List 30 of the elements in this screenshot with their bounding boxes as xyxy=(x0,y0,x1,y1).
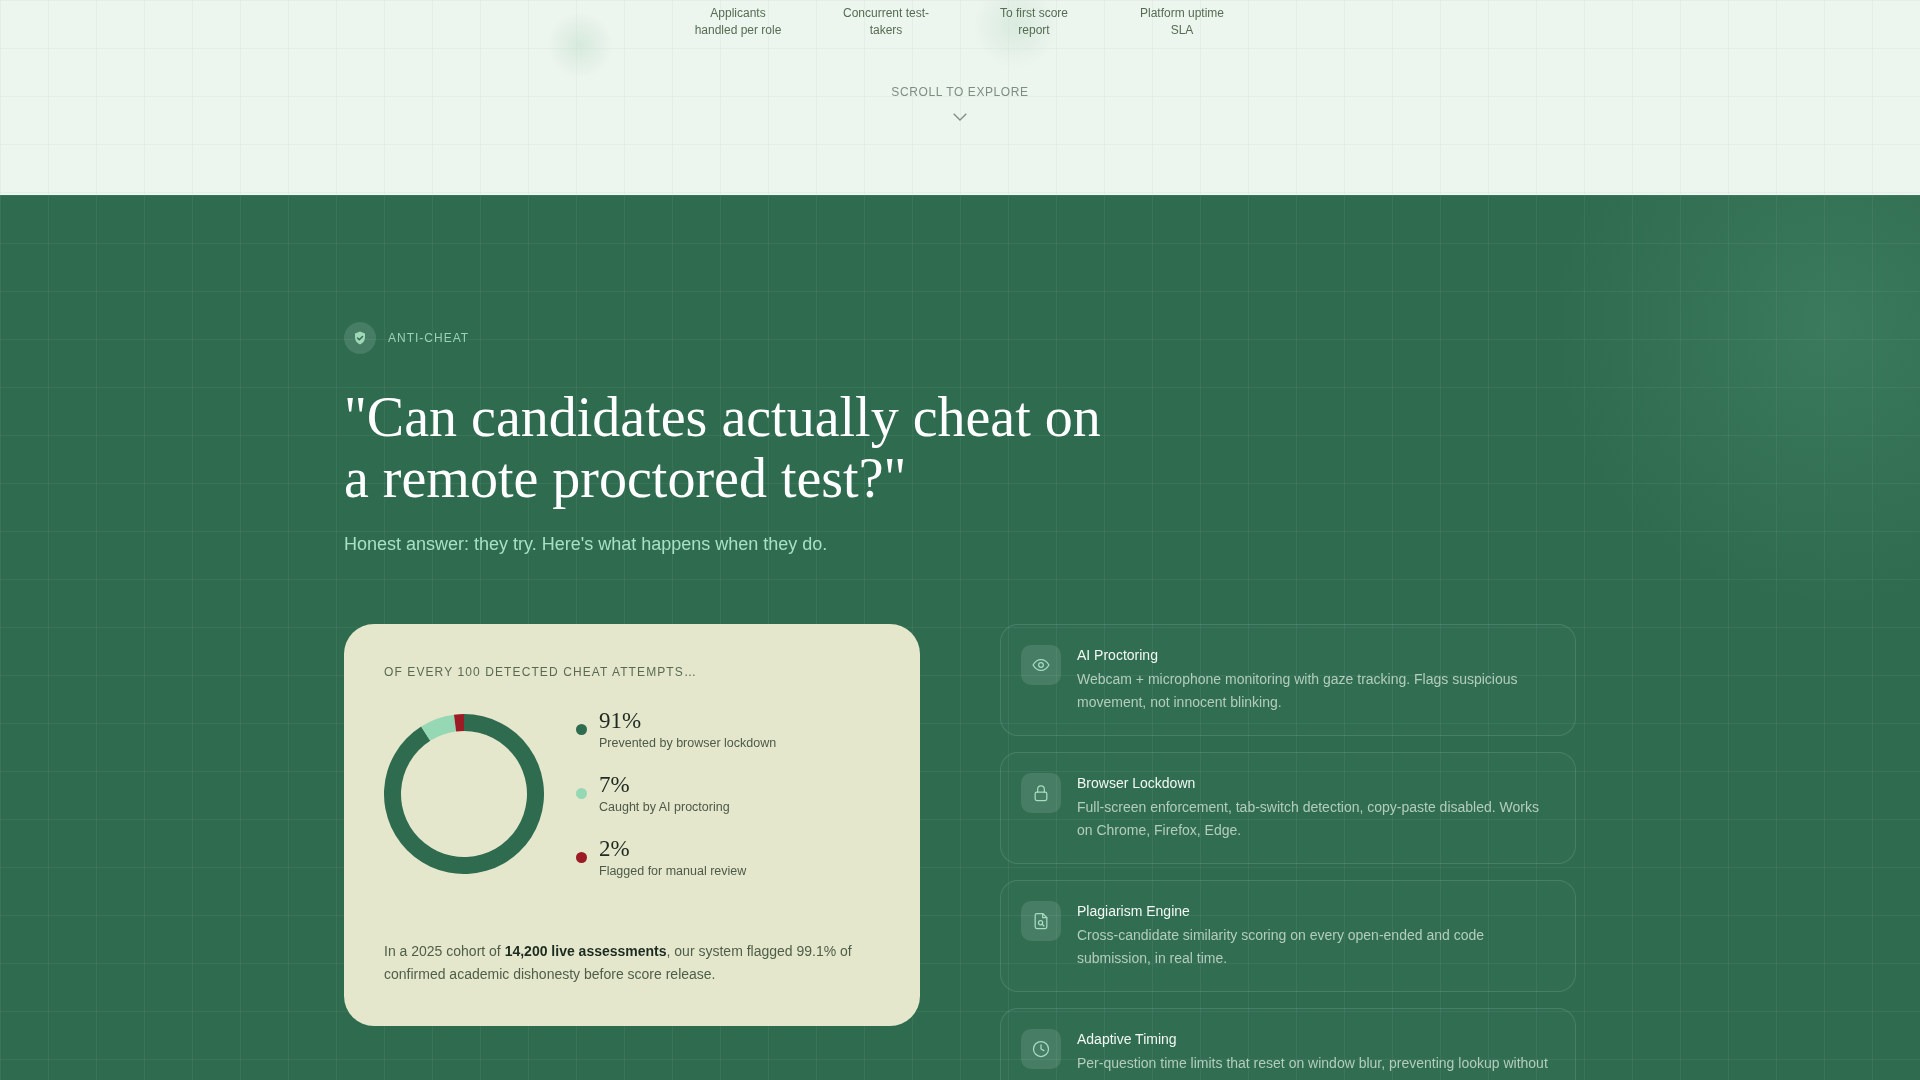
stat-label: Applicants handled per role xyxy=(693,5,783,39)
legend-label: Caught by AI proctoring xyxy=(599,799,730,815)
feature-description: Per-question time limits that reset on window blur, preventing lookup without xyxy=(1077,1054,1548,1073)
stat-label: Platform uptime SLA xyxy=(1139,5,1225,39)
feature-description: Cross-candidate similarity scoring on every open-ended and code submission, in real time. xyxy=(1077,926,1485,968)
legend-label: Flagged for manual review xyxy=(599,863,747,879)
feature-title: Adaptive Timing xyxy=(1077,1030,1177,1049)
section-subtitle: Honest answer: they try. Here's what happens when they do. xyxy=(344,533,828,556)
lock-icon xyxy=(1021,773,1061,813)
shield-check-icon xyxy=(344,322,376,354)
stat-label: Concurrent test-takers xyxy=(841,5,930,39)
card-note: In a 2025 cohort of 14,200 live assessments, our system flagged 99.1% of confirmed academic dishonesty before score release. xyxy=(384,942,853,984)
clock-icon xyxy=(1021,1029,1061,1069)
chevron-down-icon xyxy=(953,113,967,121)
feature-description: Full-screen enforcement, tab-switch detection, copy-paste disabled. Works on Chrome, Firefox, Edge. xyxy=(1077,798,1540,840)
feature-description: Webcam + microphone monitoring with gaze tracking. Flags suspicious movement, not innocent blinking. xyxy=(1077,670,1519,712)
legend-value: 91% xyxy=(599,707,642,735)
eye-icon xyxy=(1021,645,1061,685)
section-eyebrow: ANTI-CHEAT xyxy=(388,331,470,345)
stat-label: To first score report xyxy=(999,5,1069,39)
card-heading: OF EVERY 100 DETECTED CHEAT ATTEMPTS… xyxy=(384,664,697,680)
scroll-hint: SCROLL TO EXPLORE xyxy=(891,84,1029,100)
feature-title: AI Proctoring xyxy=(1077,646,1158,665)
feature-title: Browser Lockdown xyxy=(1077,774,1196,793)
section-heading: "Can candidates actually cheat on a remote proctored test?" xyxy=(344,387,1102,509)
document-search-icon xyxy=(1021,901,1061,941)
feature-title: Plagiarism Engine xyxy=(1077,902,1190,921)
legend-value: 2% xyxy=(599,835,630,863)
legend-value: 7% xyxy=(599,771,630,799)
legend-label: Prevented by browser lockdown xyxy=(599,735,777,751)
